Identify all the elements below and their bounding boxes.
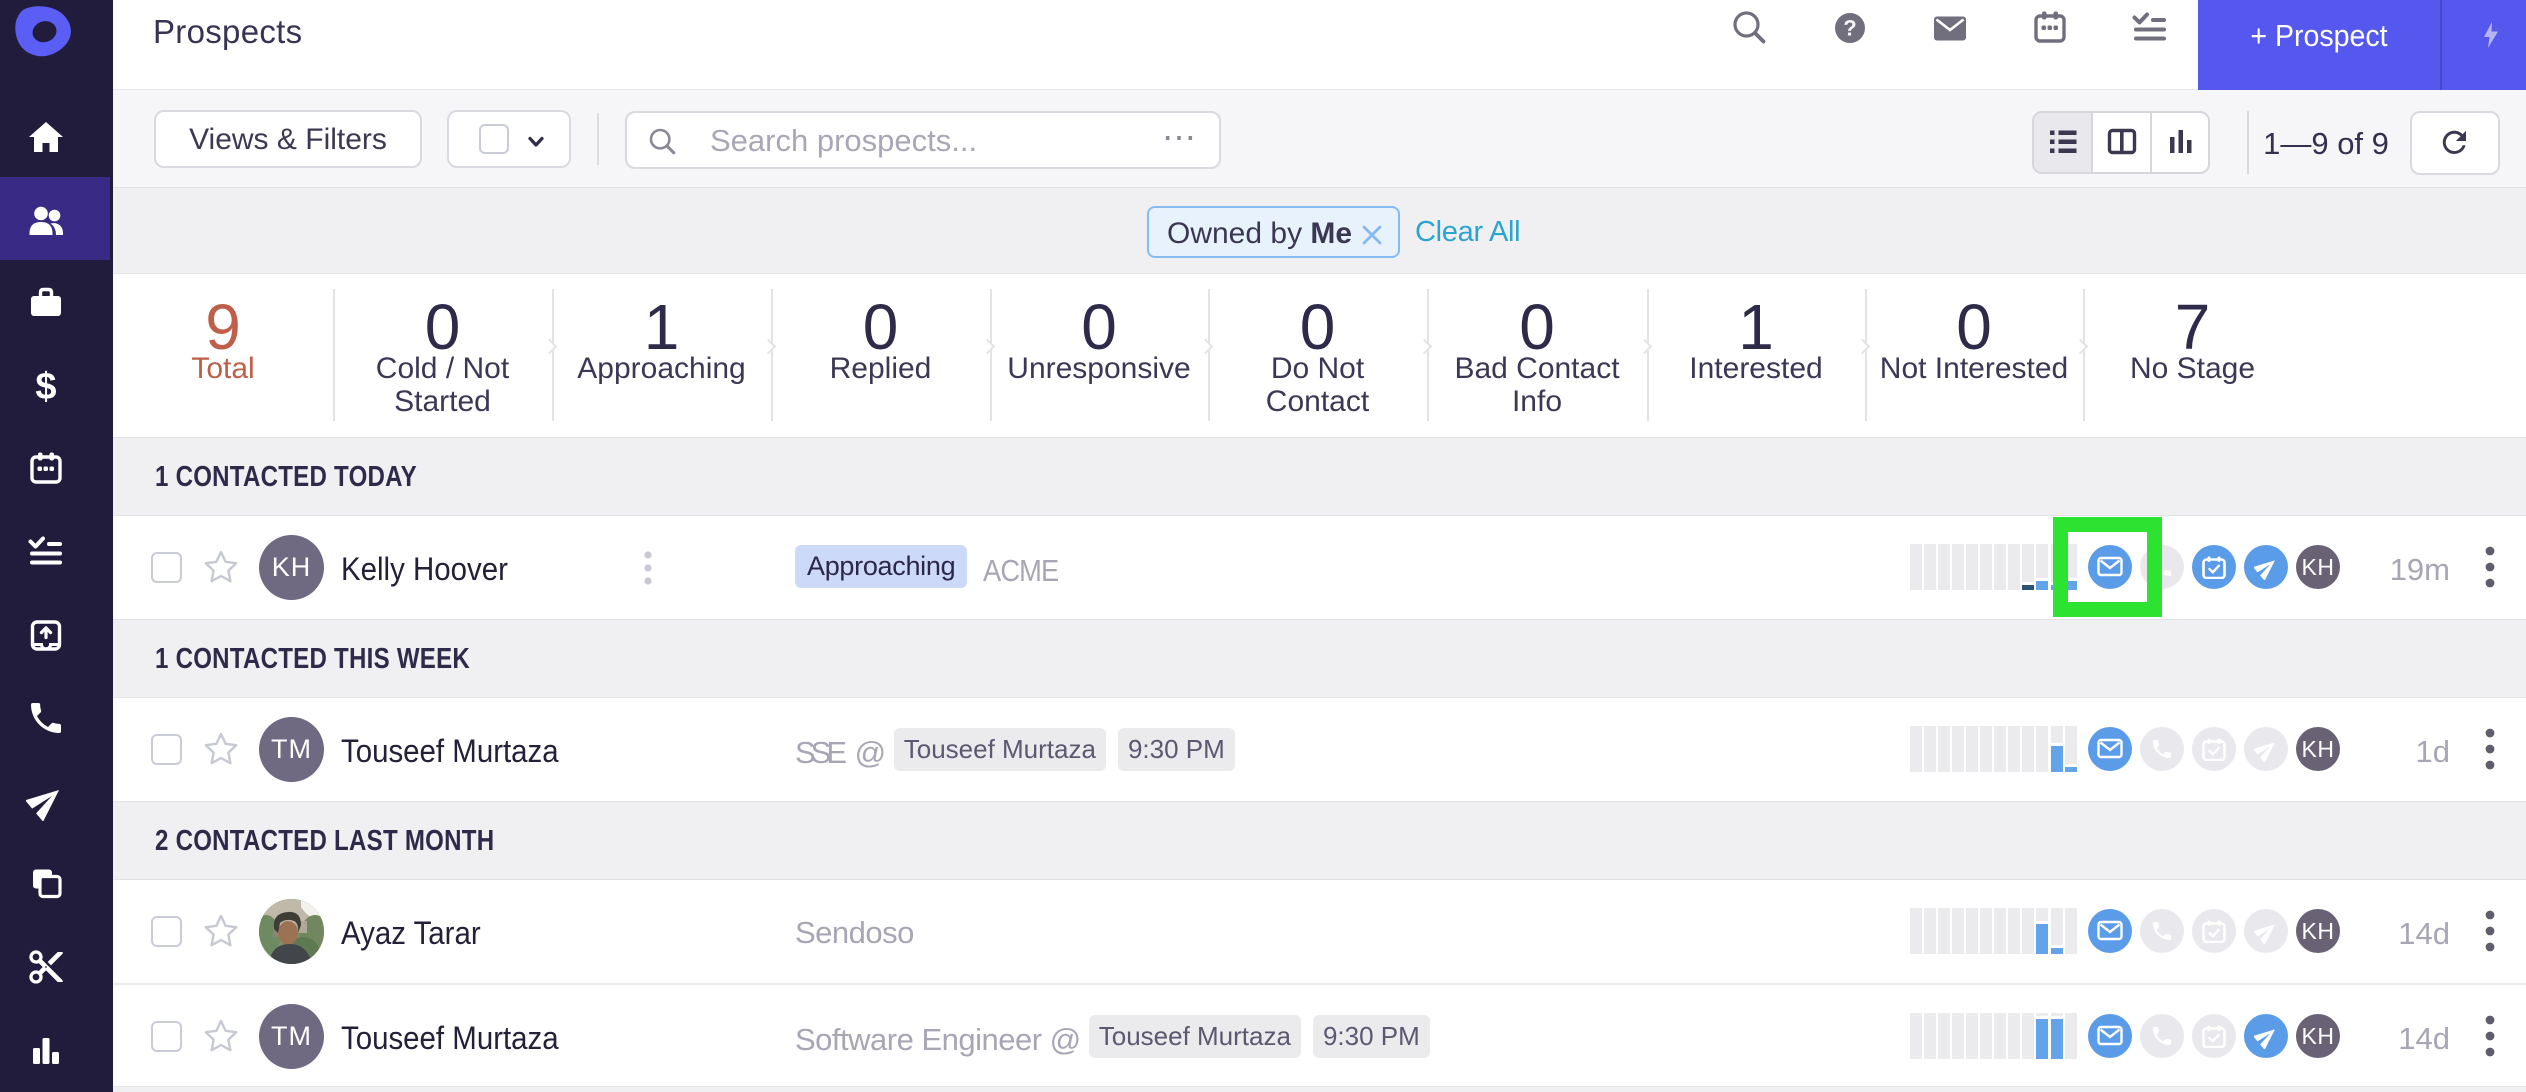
svg-text:$: $ (35, 366, 56, 406)
svg-text:?: ? (1843, 16, 1856, 41)
